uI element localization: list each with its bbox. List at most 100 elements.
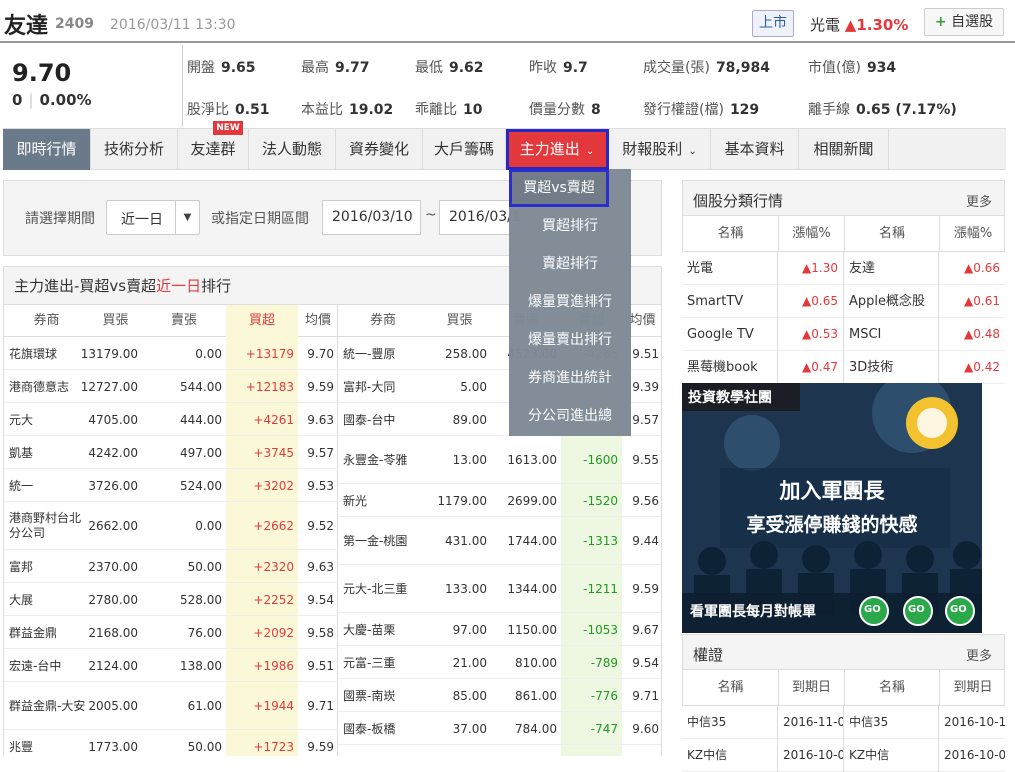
add-favorite-button[interactable]: + 自選股: [924, 8, 1004, 36]
grid-row[interactable]: SmartTV ▲0.65 Apple概念股 ▲0.61: [682, 285, 1005, 318]
grid-value: 2016-11-08: [777, 706, 843, 739]
cell-value: 4242.00: [88, 445, 138, 460]
dropdown-item[interactable]: 爆量賣出排行: [509, 321, 631, 359]
tab-item[interactable]: 基本資料: [711, 129, 799, 170]
grid-name[interactable]: 黑莓機book: [682, 351, 777, 384]
market-badge[interactable]: 上市: [752, 10, 794, 37]
go-button[interactable]: GO: [950, 604, 967, 615]
dropdown-item[interactable]: 買超vs賣超: [509, 169, 609, 207]
date-from-input[interactable]: 2016/03/10: [322, 200, 421, 235]
stat-label: 最高: [301, 60, 329, 76]
stat-label: 市值(億): [808, 60, 861, 76]
broker-name[interactable]: 港商野村台北分公司: [4, 502, 89, 550]
tab-item[interactable]: 友達群: [178, 129, 249, 170]
broker-name[interactable]: 永豐金-苓雅: [338, 436, 428, 484]
broker-name[interactable]: 國泰-台中: [338, 403, 428, 436]
broker-name[interactable]: 國票-南崁: [338, 679, 428, 712]
broker-name[interactable]: 元大: [4, 403, 89, 436]
broker-name[interactable]: 兆豐: [4, 730, 89, 756]
tab-item[interactable]: 相關新聞: [799, 129, 889, 170]
grid-name[interactable]: 中信35: [843, 706, 938, 739]
broker-name[interactable]: 統一: [4, 469, 89, 502]
broker-name[interactable]: 大展: [4, 583, 89, 616]
cell-value: +4261: [253, 412, 294, 427]
cell-value: 1773.00: [88, 739, 138, 754]
broker-name[interactable]: 新光: [338, 484, 428, 517]
grid-header: 名稱 漲幅% 名稱 漲幅%: [682, 216, 1005, 252]
broker-name[interactable]: 港商德意志: [4, 370, 89, 403]
tab-item[interactable]: 大戶籌碼: [423, 129, 506, 170]
stat-label: 成交量(張): [643, 60, 710, 76]
broker-name[interactable]: 群益金鼎: [4, 616, 89, 649]
plus-icon: +: [934, 14, 947, 30]
broker-name[interactable]: 元富-三重: [338, 646, 428, 679]
broker-name[interactable]: 凱基: [4, 436, 89, 469]
ad-graphic: [682, 383, 982, 633]
grid-row[interactable]: 光電 ▲1.30 友達 ▲0.66: [682, 252, 1005, 285]
cell-value: 21.00: [452, 655, 487, 670]
cell-value: 37.00: [452, 721, 487, 736]
industry-info[interactable]: 光電 ▲1.30%: [810, 14, 908, 35]
dropdown-item[interactable]: 買超排行: [509, 207, 631, 245]
dropdown-item[interactable]: 爆量買進排行: [509, 283, 631, 321]
broker-name[interactable]: 群益金鼎-大安: [4, 682, 89, 730]
cell-value: 861.00: [515, 688, 557, 703]
grid-name[interactable]: 3D技術: [843, 351, 938, 384]
ad-banner[interactable]: 投資教學社團 加入軍團長 享受漲停賺錢的快感 看軍團長每月對帳單 GO GO G…: [682, 383, 982, 633]
column-header[interactable]: 買張: [89, 305, 142, 337]
grid-name[interactable]: Apple概念股: [843, 285, 938, 318]
broker-name[interactable]: 大慶-苗栗: [338, 613, 428, 646]
column-header[interactable]: 券商: [338, 305, 428, 337]
cell-value: 9.59: [307, 739, 334, 754]
column-header[interactable]: 買張: [428, 305, 491, 337]
broker-name[interactable]: 統一-豐原: [338, 337, 428, 370]
column-header[interactable]: 賣張: [142, 305, 226, 337]
grid-name[interactable]: 光電: [682, 252, 777, 285]
tab-item[interactable]: 法人動態: [249, 129, 336, 170]
cell-value: -776: [590, 688, 618, 703]
grid-name[interactable]: 中信35: [682, 706, 777, 739]
warrant-more-link[interactable]: 更多: [966, 645, 992, 664]
go-button[interactable]: GO: [864, 604, 881, 615]
change-value: 0: [12, 91, 23, 109]
sector-more-link[interactable]: 更多: [966, 191, 992, 210]
stat-value: 0.51: [235, 102, 270, 118]
grid-name[interactable]: Google TV: [682, 318, 777, 351]
grid-name[interactable]: MSCI: [843, 318, 938, 351]
broker-name[interactable]: 第一金-桃園: [338, 517, 428, 565]
tab-item[interactable]: 主力進出 ⌄: [506, 129, 609, 170]
tab-item[interactable]: 資券變化: [336, 129, 423, 170]
price-box: 9.70 0 | 0.00%: [12, 59, 92, 109]
grid-row[interactable]: 中信352016-11-08中信352016-10-18: [682, 706, 1005, 739]
period-select[interactable]: 近一日 ▼: [106, 200, 200, 235]
cell-value: 9.67: [632, 622, 659, 637]
warrant-panel: 權證 更多 名稱到期日名稱到期日中信352016-11-08中信352016-1…: [682, 634, 1005, 772]
tab-item[interactable]: 技術分析: [91, 129, 178, 170]
dropdown-item[interactable]: 券商進出統計: [509, 359, 631, 397]
broker-name[interactable]: 富邦-大同: [338, 370, 428, 403]
cell-value: -747: [590, 721, 618, 736]
stat-item: 價量分數 8: [529, 99, 601, 119]
column-header[interactable]: 均價: [298, 305, 338, 337]
broker-name[interactable]: 富邦: [4, 550, 89, 583]
cell-value: +12183: [245, 379, 294, 394]
cell-value: 3726.00: [88, 478, 138, 493]
broker-name[interactable]: 國泰-板橋: [338, 712, 428, 745]
dropdown-item[interactable]: 分公司進出總: [509, 397, 631, 435]
stat-value: 934: [866, 60, 897, 76]
cell-value: +3202: [253, 478, 294, 493]
go-button[interactable]: GO: [908, 604, 925, 615]
column-header[interactable]: 買超: [226, 305, 298, 337]
tab-item[interactable]: 即時行情: [3, 129, 91, 170]
dropdown-item[interactable]: 賣超排行: [509, 245, 631, 283]
cell-value: 12727.00: [80, 379, 138, 394]
broker-name[interactable]: 元大-北三重: [338, 565, 428, 613]
grid-row[interactable]: 黑莓機book ▲0.47 3D技術 ▲0.42: [682, 351, 1005, 384]
tab-item[interactable]: 財報股利 ⌄: [609, 129, 711, 170]
grid-name[interactable]: SmartTV: [682, 285, 777, 318]
grid-row[interactable]: Google TV ▲0.53 MSCI ▲0.48: [682, 318, 1005, 351]
broker-name[interactable]: 宏遠-台中: [4, 649, 89, 682]
broker-name[interactable]: 花旗環球: [4, 337, 89, 370]
column-header[interactable]: 券商: [4, 305, 89, 337]
grid-name[interactable]: 友達: [843, 252, 938, 285]
